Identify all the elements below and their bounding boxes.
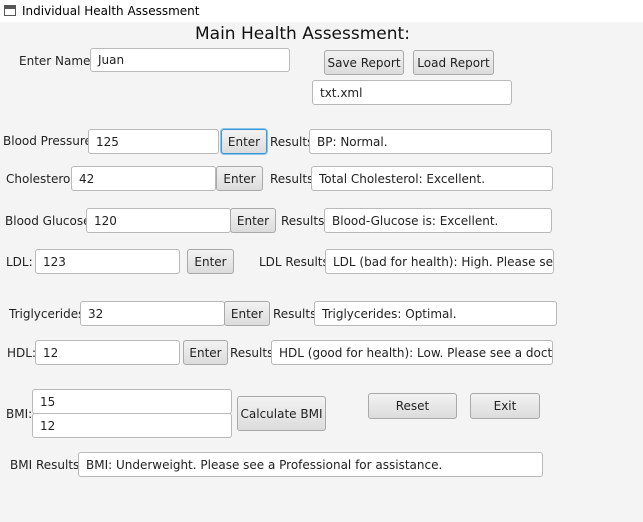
calculate-bmi-button[interactable]: Calculate BMI: [237, 396, 326, 431]
triglycerides-result-field[interactable]: Triglycerides: Optimal.: [314, 301, 557, 326]
ldl-results-label: LDL Results:: [259, 255, 333, 269]
blood-pressure-input[interactable]: 125: [88, 129, 219, 154]
bmi-input-1[interactable]: 15: [32, 389, 232, 414]
ldl-input[interactable]: 123: [35, 249, 180, 274]
page-title: Main Health Assessment:: [195, 24, 410, 44]
reset-button[interactable]: Reset: [368, 393, 457, 419]
blood-glucose-input[interactable]: 120: [86, 208, 231, 233]
name-input[interactable]: Juan: [90, 48, 290, 72]
window-title: Individual Health Assessment: [22, 4, 200, 18]
blood-glucose-results-label: Results:: [281, 214, 329, 228]
blood-glucose-result-field[interactable]: Blood-Glucose is: Excellent.: [324, 208, 552, 233]
blood-pressure-enter-button[interactable]: Enter: [221, 129, 267, 154]
ldl-label: LDL:: [6, 255, 33, 269]
name-label: Enter Name:: [19, 54, 95, 68]
blood-glucose-label: Blood Glucose:: [5, 214, 95, 228]
bmi-results-label: BMI Results:: [10, 458, 84, 472]
hdl-input[interactable]: 12: [35, 340, 180, 365]
report-file-input[interactable]: txt.xml: [312, 80, 512, 105]
cholesterol-result-field[interactable]: Total Cholesterol: Excellent.: [311, 166, 553, 191]
ldl-enter-button[interactable]: Enter: [187, 249, 234, 274]
exit-button[interactable]: Exit: [470, 393, 540, 419]
cholesterol-input[interactable]: 42: [71, 166, 216, 191]
save-report-button[interactable]: Save Report: [324, 50, 404, 75]
blood-pressure-result-field[interactable]: BP: Normal.: [309, 129, 552, 154]
cholesterol-label: Cholesterol:: [6, 172, 78, 186]
load-report-button[interactable]: Load Report: [413, 50, 494, 75]
hdl-enter-button[interactable]: Enter: [183, 340, 228, 365]
cholesterol-enter-button[interactable]: Enter: [216, 166, 263, 191]
triglycerides-input[interactable]: 32: [80, 301, 225, 326]
triglycerides-enter-button[interactable]: Enter: [224, 301, 270, 326]
app-window-icon: [4, 5, 16, 16]
blood-glucose-enter-button[interactable]: Enter: [230, 208, 276, 233]
hdl-result-field[interactable]: HDL (good for health): Low. Please see a…: [271, 340, 553, 365]
triglycerides-label: Triglycerides:: [9, 307, 89, 321]
window-titlebar: Individual Health Assessment: [0, 0, 643, 22]
bmi-input-2[interactable]: 12: [32, 413, 232, 438]
bmi-label: BMI:: [6, 407, 33, 421]
hdl-label: HDL:: [7, 346, 36, 360]
bmi-result-field[interactable]: BMI: Underweight. Please see a Professio…: [78, 452, 543, 477]
ldl-result-field[interactable]: LDL (bad for health): High. Please see a…: [325, 249, 554, 274]
blood-pressure-label: Blood Pressure:: [3, 134, 96, 148]
